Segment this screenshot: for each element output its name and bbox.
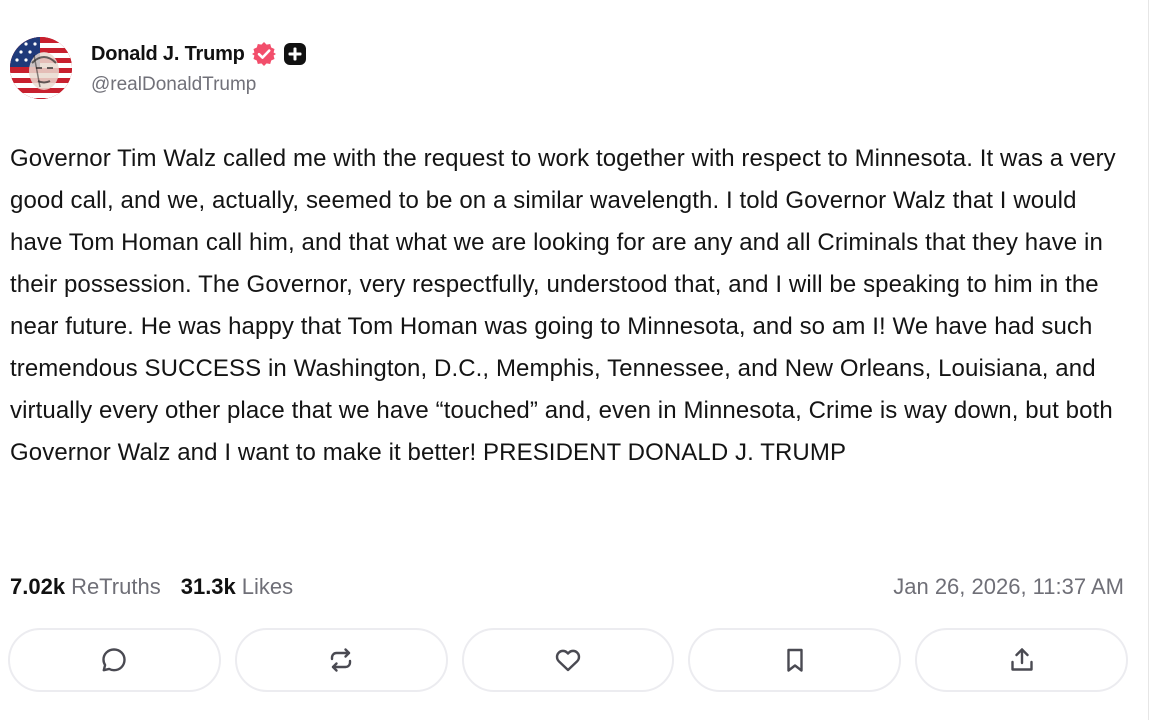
page-right-border bbox=[1148, 0, 1149, 720]
plus-badge-icon bbox=[283, 42, 307, 66]
author-display-name[interactable]: Donald J. Trump bbox=[91, 43, 245, 66]
truth-post: Donald J. Trump @realDonaldTrump Governo… bbox=[8, 0, 1130, 720]
avatar[interactable] bbox=[10, 37, 72, 99]
share-icon bbox=[1010, 648, 1033, 671]
comment-icon bbox=[102, 648, 127, 672]
share-button[interactable] bbox=[915, 628, 1128, 692]
bookmark-icon bbox=[787, 648, 803, 672]
likes-label[interactable]: Likes bbox=[242, 574, 293, 600]
retruths-count[interactable]: 7.02k bbox=[10, 574, 65, 600]
avatar-image bbox=[10, 37, 72, 99]
author-name-row: Donald J. Trump bbox=[91, 40, 307, 68]
retruth-button[interactable] bbox=[234, 628, 448, 692]
repost-icon bbox=[330, 648, 352, 672]
bookmark-button[interactable] bbox=[688, 628, 902, 692]
likes-count[interactable]: 31.3k bbox=[181, 574, 236, 600]
post-body: Governor Tim Walz called me with the req… bbox=[10, 145, 1123, 466]
author-handle[interactable]: @realDonaldTrump bbox=[91, 74, 256, 96]
post-action-bar bbox=[8, 628, 1128, 692]
heart-icon bbox=[555, 649, 581, 672]
verified-badge-icon bbox=[251, 41, 277, 67]
like-button[interactable] bbox=[461, 628, 675, 692]
post-timestamp[interactable]: Jan 26, 2026, 11:37 AM bbox=[893, 572, 1124, 602]
post-stats: 7.02k ReTruths 31.3k Likes bbox=[10, 572, 293, 602]
retruths-label[interactable]: ReTruths bbox=[71, 574, 161, 600]
reply-button[interactable] bbox=[8, 628, 221, 692]
